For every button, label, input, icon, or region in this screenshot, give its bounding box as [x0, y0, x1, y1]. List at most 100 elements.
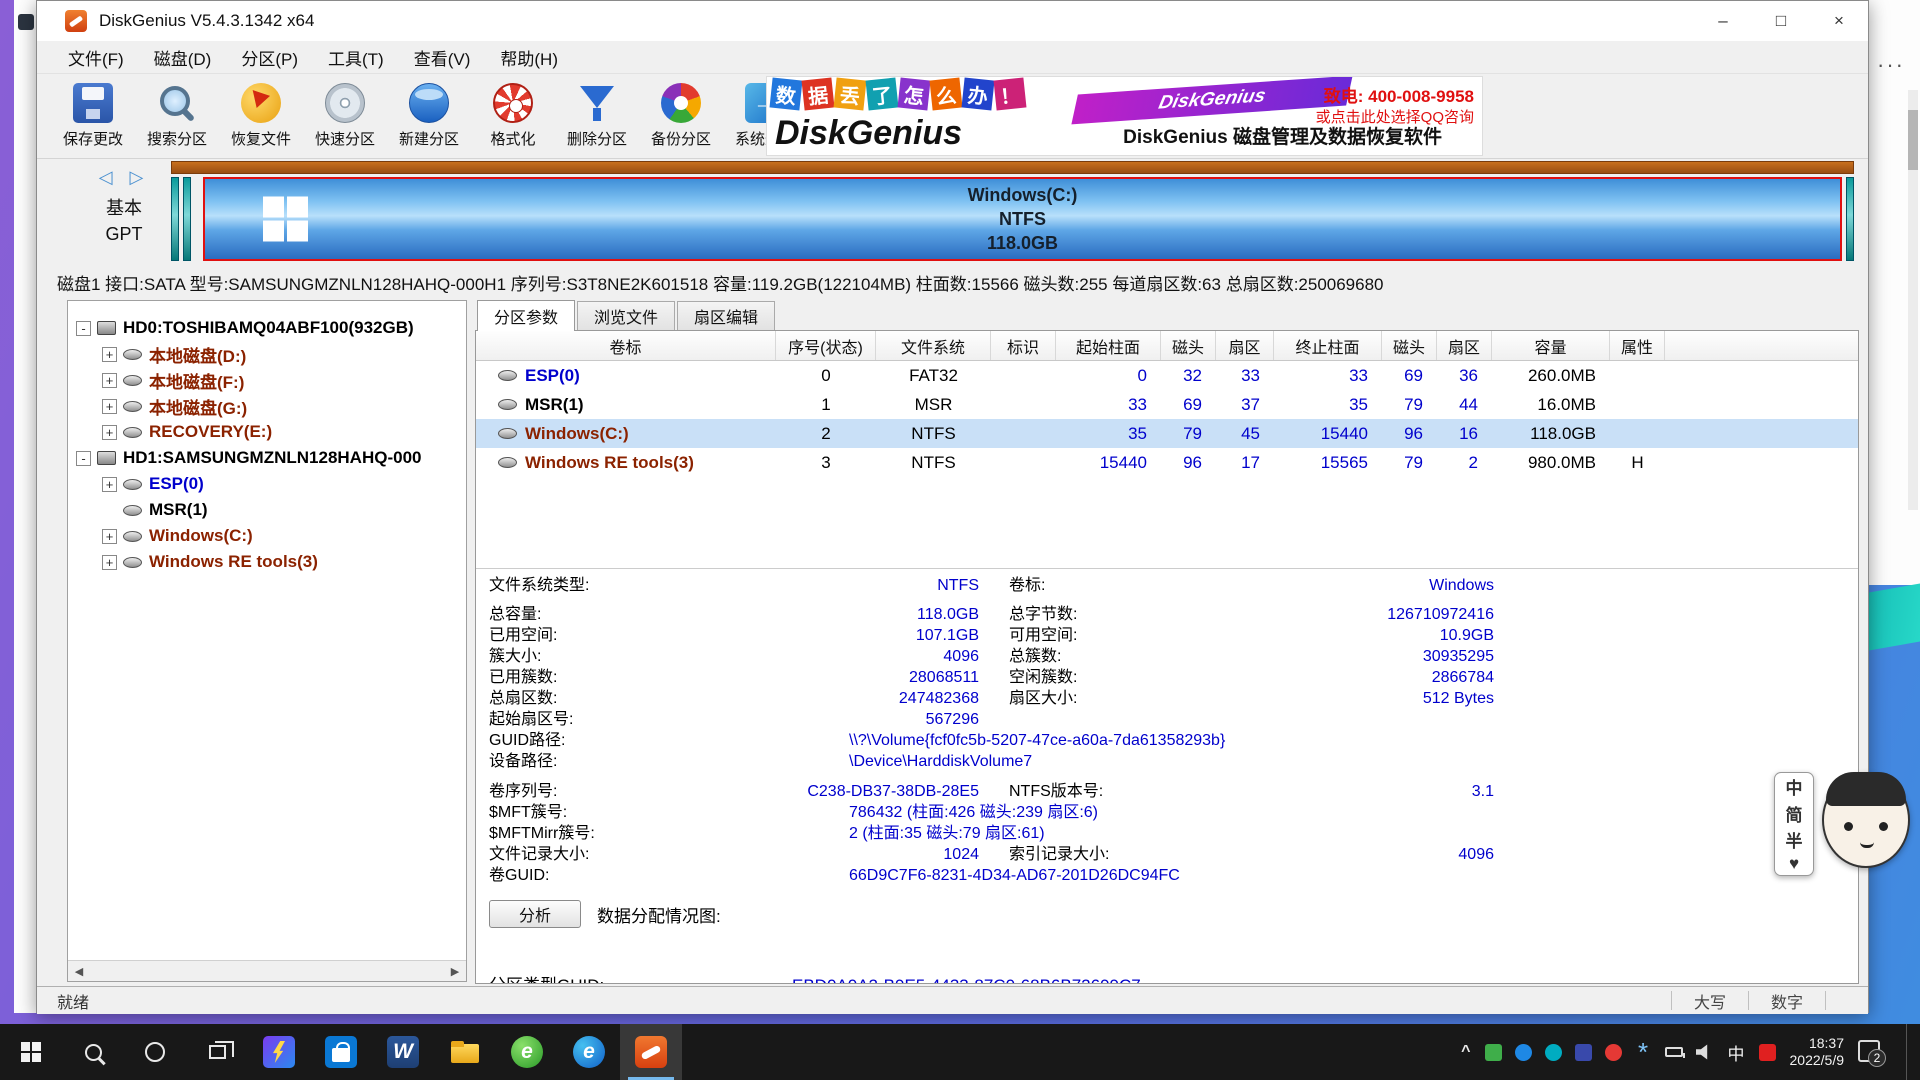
- table-header-cell[interactable]: 序号(状态): [776, 331, 876, 360]
- taskbar-app-button[interactable]: [248, 1024, 310, 1080]
- table-header-cell[interactable]: 卷标: [476, 331, 776, 360]
- toolbar-button[interactable]: 格式化: [471, 78, 555, 154]
- tray-icon[interactable]: [1605, 1044, 1622, 1061]
- taskbar-app-button[interactable]: e: [558, 1024, 620, 1080]
- task-view-button[interactable]: [186, 1024, 248, 1080]
- tree-expander-icon[interactable]: +: [102, 529, 117, 544]
- kebab-menu-icon[interactable]: ···: [1877, 52, 1905, 78]
- tree-item[interactable]: + RECOVERY(E:): [68, 419, 466, 445]
- table-header-cell[interactable]: 磁头: [1382, 331, 1437, 360]
- table-header-cell[interactable]: 扇区: [1216, 331, 1274, 360]
- toolbar-button[interactable]: 快速分区: [303, 78, 387, 154]
- partition-block-esp[interactable]: [171, 177, 179, 261]
- table-header-cell[interactable]: 文件系统: [876, 331, 991, 360]
- menu-item[interactable]: 帮助(H): [485, 41, 573, 73]
- tray-icon[interactable]: [1545, 1044, 1562, 1061]
- tree-expander-icon[interactable]: +: [102, 399, 117, 414]
- menu-item[interactable]: 分区(P): [226, 41, 313, 73]
- tree-item[interactable]: - HD0:TOSHIBAMQ04ABF100(932GB): [68, 315, 466, 341]
- background-scrollbar-thumb[interactable]: [1908, 110, 1918, 170]
- ime-status-item[interactable]: ♥: [1789, 854, 1799, 874]
- table-row[interactable]: MSR(1) 1 MSR 33 69 37 35 79 44 16.0MB: [476, 390, 1858, 419]
- partition-block-windows-c[interactable]: Windows(C:) NTFS 118.0GB: [203, 177, 1842, 261]
- toolbar-button[interactable]: 备份分区: [639, 78, 723, 154]
- toolbar-button[interactable]: 新建分区: [387, 78, 471, 154]
- tray-icon[interactable]: [1575, 1044, 1592, 1061]
- menu-item[interactable]: 查看(V): [399, 41, 486, 73]
- table-header-cell[interactable]: 属性: [1610, 331, 1665, 360]
- ime-status-item[interactable]: 中: [1786, 774, 1803, 799]
- tray-icon[interactable]: [1665, 1047, 1683, 1057]
- tree-horizontal-scrollbar[interactable]: ◀ ▶: [68, 960, 466, 981]
- ime-status-item[interactable]: 简: [1786, 801, 1803, 826]
- tab[interactable]: 扇区编辑: [677, 301, 775, 330]
- tree-expander-icon[interactable]: +: [102, 425, 117, 440]
- tree-item[interactable]: - HD1:SAMSUNGMZNLN128HAHQ-000: [68, 445, 466, 471]
- tree-item[interactable]: + Windows(C:): [68, 523, 466, 549]
- tree-expander-icon[interactable]: +: [102, 373, 117, 388]
- sogou-ime-icon[interactable]: [1759, 1044, 1776, 1061]
- toolbar-button[interactable]: 搜索分区: [135, 78, 219, 154]
- tree-expander-icon[interactable]: +: [102, 477, 117, 492]
- tree-expander-icon[interactable]: +: [102, 347, 117, 362]
- ime-status-widget[interactable]: 中 简 半 ♥: [1774, 772, 1910, 876]
- tree-item[interactable]: + ESP(0): [68, 471, 466, 497]
- ad-subtitle: DiskGenius 磁盘管理及数据恢复软件: [1123, 122, 1442, 149]
- tree-expander-icon[interactable]: +: [102, 555, 117, 570]
- taskbar-app-button[interactable]: [434, 1024, 496, 1080]
- menu-item[interactable]: 磁盘(D): [139, 41, 227, 73]
- taskbar-app-button[interactable]: e: [496, 1024, 558, 1080]
- scroll-left-arrow[interactable]: ◀: [68, 961, 90, 981]
- start-button[interactable]: [0, 1024, 62, 1080]
- tray-icon[interactable]: [1485, 1044, 1502, 1061]
- action-center-button[interactable]: 2: [1858, 1040, 1882, 1064]
- menu-item[interactable]: 文件(F): [53, 41, 139, 73]
- analyze-button[interactable]: 分析: [489, 900, 581, 928]
- menu-item[interactable]: 工具(T): [313, 41, 399, 73]
- tree-expander-icon[interactable]: -: [76, 321, 91, 336]
- disk-nav-arrows[interactable]: ◁ ▷: [77, 167, 171, 188]
- cortana-button[interactable]: [124, 1024, 186, 1080]
- partition-block-msr[interactable]: [183, 177, 191, 261]
- table-row[interactable]: Windows RE tools(3) 3 NTFS 15440 96 17 1…: [476, 448, 1858, 477]
- taskbar-app-button[interactable]: [620, 1024, 682, 1080]
- close-button[interactable]: ×: [1810, 1, 1868, 41]
- ime-status-item[interactable]: 半: [1786, 827, 1803, 852]
- taskbar-app-button[interactable]: [310, 1024, 372, 1080]
- tree-item[interactable]: + 本地磁盘(F:): [68, 367, 466, 393]
- taskbar-app-button[interactable]: W: [372, 1024, 434, 1080]
- table-header-cell[interactable]: 标识: [991, 331, 1056, 360]
- scroll-right-arrow[interactable]: ▶: [444, 961, 466, 981]
- tray-icon[interactable]: [1635, 1044, 1652, 1061]
- maximize-button[interactable]: □: [1752, 1, 1810, 41]
- ime-face-icon[interactable]: [1822, 772, 1910, 868]
- tray-expand-chevron[interactable]: ^: [1461, 1043, 1470, 1061]
- tab[interactable]: 分区参数: [477, 300, 575, 331]
- tray-icon[interactable]: [1515, 1044, 1532, 1061]
- cell-volume-label: MSR(1): [525, 395, 584, 415]
- table-header-cell[interactable]: 容量: [1492, 331, 1610, 360]
- tree-item[interactable]: MSR(1): [68, 497, 466, 523]
- toolbar-button[interactable]: 删除分区: [555, 78, 639, 154]
- tree-expander-icon[interactable]: -: [76, 451, 91, 466]
- minimize-button[interactable]: –: [1694, 1, 1752, 41]
- toolbar-button[interactable]: 恢复文件: [219, 78, 303, 154]
- taskbar-clock[interactable]: 18:37 2022/5/9: [1790, 1035, 1845, 1069]
- table-row[interactable]: ESP(0) 0 FAT32 0 32 33 33 69 36 260.0MB: [476, 361, 1858, 390]
- partition-block-re-tools[interactable]: [1846, 177, 1854, 261]
- taskbar-search-button[interactable]: [62, 1024, 124, 1080]
- ime-language-indicator[interactable]: 中: [1728, 1040, 1745, 1065]
- table-header-cell[interactable]: 扇区: [1437, 331, 1492, 360]
- ad-banner[interactable]: 数 据 丢 了 怎 么 办 ！ DiskGenius DiskGenius 致电: [766, 76, 1483, 156]
- table-header-cell[interactable]: 终止柱面: [1274, 331, 1382, 360]
- tab[interactable]: 浏览文件: [577, 301, 675, 330]
- tree-item[interactable]: + Windows RE tools(3): [68, 549, 466, 575]
- table-row[interactable]: Windows(C:) 2 NTFS 35 79 45 15440 96 16: [476, 419, 1858, 448]
- tree-item[interactable]: + 本地磁盘(D:): [68, 341, 466, 367]
- table-header-cell[interactable]: 起始柱面: [1056, 331, 1161, 360]
- toolbar-button[interactable]: 保存更改: [51, 78, 135, 154]
- show-desktop-button[interactable]: [1906, 1024, 1912, 1080]
- tree-item[interactable]: + 本地磁盘(G:): [68, 393, 466, 419]
- table-header-cell[interactable]: 磁头: [1161, 331, 1216, 360]
- tray-icon[interactable]: [1696, 1043, 1714, 1061]
